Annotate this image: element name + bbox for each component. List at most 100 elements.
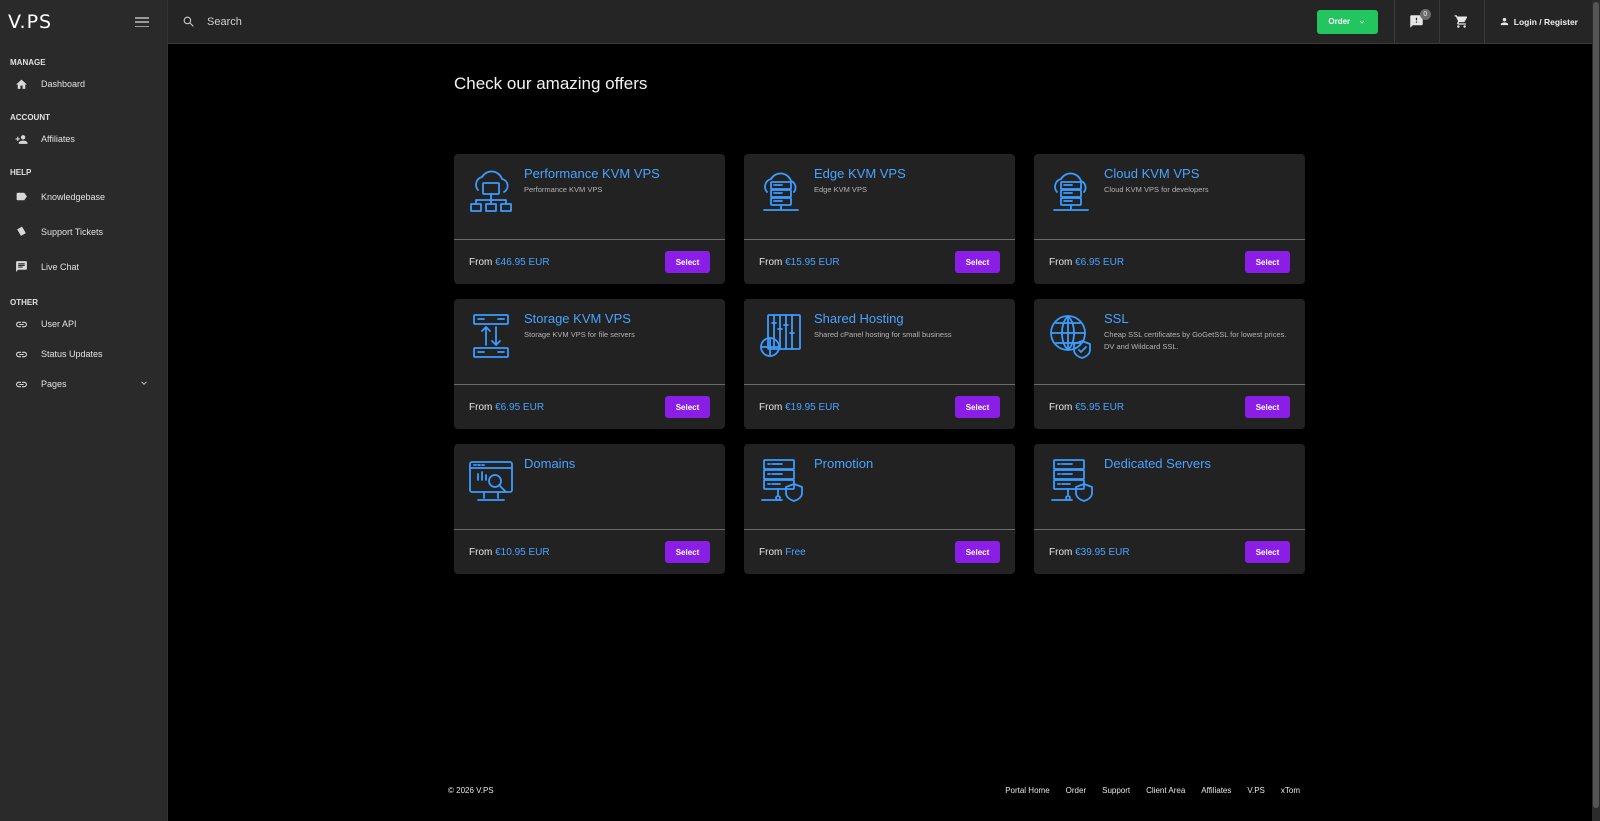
product-title[interactable]: Shared Hosting — [814, 311, 904, 326]
domain-search-icon — [468, 458, 514, 504]
sidebar-item-user-api[interactable]: User API — [0, 309, 167, 339]
ticket-icon — [14, 225, 28, 239]
product-card[interactable]: Performance KVM VPS Performance KVM VPS Fr… — [454, 154, 725, 284]
product-card[interactable]: Edge KVM VPS Edge KVM VPS From €15.95 EUR S… — [744, 154, 1015, 284]
price-amount: €39.95 EUR — [1075, 546, 1130, 558]
select-button[interactable]: Select — [955, 396, 1000, 418]
cloud-server-icon — [758, 168, 804, 214]
select-button[interactable]: Select — [1245, 541, 1290, 563]
cloud-network-icon — [468, 168, 514, 214]
product-title[interactable]: Promotion — [814, 456, 873, 471]
product-title[interactable]: Performance KVM VPS — [524, 166, 660, 181]
price-amount: €19.95 EUR — [785, 401, 840, 413]
product-description: Cheap SSL certificates by GoGetSSL for l… — [1104, 330, 1287, 351]
footer-link-affiliates[interactable]: Affiliates — [1201, 786, 1231, 795]
select-button[interactable]: Select — [955, 251, 1000, 273]
sidebar-item-label: Dashboard — [41, 79, 86, 89]
product-price: From €15.95 EUR — [759, 257, 840, 268]
sidebar-item-status-updates[interactable]: Status Updates — [0, 339, 167, 369]
price-prefix: From — [1049, 401, 1073, 413]
topbar: Order 0 Login / Register — [168, 0, 1592, 44]
product-description: Cloud KVM VPS for developers — [1104, 185, 1209, 194]
cloud-server-icon — [1048, 168, 1094, 214]
select-button[interactable]: Select — [1245, 396, 1290, 418]
sidebar-item-label: Knowledgebase — [41, 191, 106, 202]
select-button[interactable]: Select — [665, 396, 710, 418]
sidebar-item-support-tickets[interactable]: Support Tickets — [0, 214, 167, 249]
price-prefix: From — [759, 256, 783, 268]
nav-heading: OTHER — [10, 298, 38, 307]
sidebar-item-knowledgebase[interactable]: Knowledgebase — [0, 179, 167, 214]
product-title[interactable]: SSL — [1104, 311, 1129, 326]
price-prefix: From — [759, 546, 783, 558]
sidebar-item-label: Support Tickets — [41, 226, 104, 237]
search-input[interactable] — [207, 15, 807, 28]
cart-button[interactable] — [1440, 0, 1484, 44]
price-amount: €15.95 EUR — [785, 256, 840, 268]
product-title[interactable]: Dedicated Servers — [1104, 456, 1211, 471]
select-button[interactable]: Select — [955, 541, 1000, 563]
product-card-footer: From €6.95 EUR Select — [1034, 240, 1305, 284]
nav-heading: HELP — [10, 168, 32, 177]
select-button[interactable]: Select — [665, 541, 710, 563]
order-button[interactable]: Order — [1316, 9, 1378, 34]
price-amount: Free — [785, 546, 806, 558]
product-card[interactable]: Dedicated Servers From €39.95 EUR Select — [1034, 444, 1305, 574]
menu-toggle-icon[interactable] — [135, 17, 149, 27]
footer-link-portal-home[interactable]: Portal Home — [1005, 786, 1049, 795]
page-scrollbar[interactable] — [1592, 0, 1600, 821]
product-card-header: Performance KVM VPS Performance KVM VPS — [454, 154, 725, 240]
product-price: From €19.95 EUR — [759, 402, 840, 413]
product-title[interactable]: Domains — [524, 456, 575, 471]
product-card-footer: From €39.95 EUR Select — [1034, 530, 1305, 574]
product-card[interactable]: Shared Hosting Shared cPanel hosting for … — [744, 299, 1015, 429]
order-button-label: Order — [1328, 17, 1351, 26]
product-title[interactable]: Edge KVM VPS — [814, 166, 906, 181]
price-prefix: From — [469, 256, 493, 268]
product-card[interactable]: SSL Cheap SSL certificates by GoGetSSL fo… — [1034, 299, 1305, 429]
product-card-header: Domains — [454, 444, 725, 530]
sidebar-item-dashboard[interactable]: Dashboard — [0, 69, 167, 99]
globe-shield-icon — [1048, 313, 1094, 359]
product-card-header: Cloud KVM VPS Cloud KVM VPS for developer… — [1034, 154, 1305, 240]
product-card[interactable]: Storage KVM VPS Storage KVM VPS for file … — [454, 299, 725, 429]
footer-link-xtom[interactable]: xTom — [1281, 786, 1300, 795]
product-card-footer: From €6.95 EUR Select — [454, 385, 725, 429]
product-price: From €5.95 EUR — [1049, 402, 1124, 413]
sidebar-item-label: Pages — [41, 379, 67, 389]
footer-link-order[interactable]: Order — [1066, 786, 1086, 795]
chevron-down-icon[interactable] — [139, 378, 149, 390]
product-title[interactable]: Storage KVM VPS — [524, 311, 631, 326]
select-button[interactable]: Select — [665, 251, 710, 273]
sidebar-item-affiliates[interactable]: Affiliates — [0, 124, 167, 154]
price-prefix: From — [469, 546, 493, 558]
server-shield-icon — [1048, 458, 1094, 504]
product-price: From Free — [759, 547, 806, 558]
select-button[interactable]: Select — [1245, 251, 1290, 273]
product-card-header: Edge KVM VPS Edge KVM VPS — [744, 154, 1015, 240]
nav-section-other: OTHER User API Status Updates Pages — [0, 297, 167, 399]
brand-logo[interactable]: V.PS — [8, 11, 52, 33]
product-price: From €46.95 EUR — [469, 257, 550, 268]
footer-link-client-area[interactable]: Client Area — [1146, 786, 1185, 795]
price-prefix: From — [1049, 546, 1073, 558]
footer-link-vps[interactable]: V.PS — [1247, 786, 1265, 795]
product-price: From €6.95 EUR — [1049, 257, 1124, 268]
footer-link-support[interactable]: Support — [1102, 786, 1130, 795]
search-icon[interactable] — [182, 15, 195, 28]
home-icon — [14, 77, 28, 91]
notifications-button[interactable]: 0 — [1395, 0, 1439, 44]
sidebar-item-live-chat[interactable]: Live Chat — [0, 249, 167, 284]
login-register-link[interactable]: Login / Register — [1485, 0, 1592, 44]
nav-heading: MANAGE — [10, 58, 46, 67]
page-title: Check our amazing offers — [454, 74, 648, 93]
product-card[interactable]: Domains From €10.95 EUR Select — [454, 444, 725, 574]
login-register-label: Login / Register — [1513, 16, 1578, 27]
nav-heading: ACCOUNT — [10, 113, 50, 122]
product-description: Performance KVM VPS — [524, 185, 603, 194]
product-card[interactable]: Promotion From Free Select — [744, 444, 1015, 574]
sidebar-item-pages[interactable]: Pages — [0, 369, 167, 399]
product-card[interactable]: Cloud KVM VPS Cloud KVM VPS for developer… — [1034, 154, 1305, 284]
product-card-header: Storage KVM VPS Storage KVM VPS for file … — [454, 299, 725, 385]
product-title[interactable]: Cloud KVM VPS — [1104, 166, 1199, 181]
